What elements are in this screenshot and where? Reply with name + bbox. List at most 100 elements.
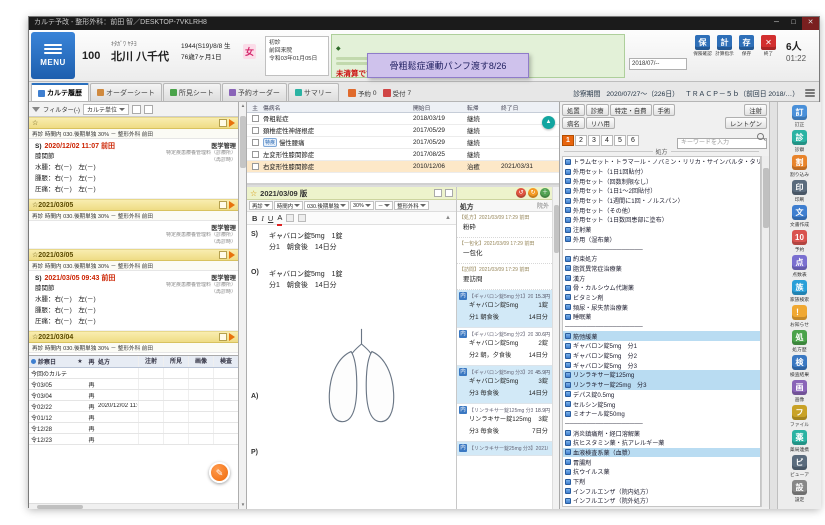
- tool-strip-button[interactable]: 印 印刷: [792, 180, 807, 205]
- karte-entry-bar[interactable]: ☆: [29, 117, 238, 129]
- master-tree-item[interactable]: ──────────────────: [563, 419, 760, 429]
- tool-strip-button[interactable]: 薬 薬局連携: [790, 430, 809, 455]
- view-tab[interactable]: オーダーシート: [90, 83, 162, 101]
- master-tree-item[interactable]: ギャバロン錠5mg 分2: [563, 351, 760, 361]
- master-tree-item[interactable]: 血液検査系薬（血漿）: [563, 447, 760, 458]
- master-tree-item[interactable]: 胃腸剤: [563, 457, 760, 467]
- visit-history-row[interactable]: 令01/12 再: [29, 412, 238, 423]
- visit-history-row[interactable]: 令03/05 再: [29, 379, 238, 390]
- main-diagnosis-checkbox[interactable]: [251, 115, 259, 122]
- tool-strip-button[interactable]: 診 診察: [792, 130, 807, 155]
- karte-unit-select[interactable]: カルテ単位: [83, 103, 130, 115]
- entry-open-arrow-icon[interactable]: [229, 119, 235, 127]
- entry-open-arrow-icon[interactable]: [229, 251, 235, 259]
- view-tab[interactable]: 所見シート: [162, 83, 221, 101]
- main-diagnosis-checkbox[interactable]: [251, 127, 259, 134]
- master-category-button[interactable]: 特定・自費: [609, 104, 652, 116]
- tool-strip-button[interactable]: 検 検査結果: [790, 355, 809, 380]
- master-tree-item[interactable]: ──────────────────: [563, 322, 760, 332]
- status-counter[interactable]: 受付 7: [382, 88, 411, 98]
- visit-history-row[interactable]: 令03/04 再: [29, 390, 238, 401]
- master-category-button[interactable]: 注射: [744, 104, 767, 116]
- maximize-button[interactable]: □: [785, 17, 802, 30]
- attribute-select[interactable]: 30%: [350, 201, 374, 210]
- font-color-button[interactable]: A: [277, 211, 283, 226]
- prescription-item[interactable]: 内 【ギャバロン錠5mg 分1】2021/03/09 17… 15.3円 ギャバ…: [457, 290, 552, 328]
- filter-label[interactable]: フィルター(-): [43, 105, 80, 114]
- master-tree-item[interactable]: デパス錠0.5mg: [563, 390, 760, 400]
- tool-strip-button[interactable]: 族 家族検索: [790, 280, 809, 305]
- prescription-action-button[interactable]: ↺: [516, 188, 526, 198]
- soap-editor[interactable]: S) ギャバロン錠5mg 1錠 分1 朝食後 14日分 O) ギャバロン錠5mg…: [247, 225, 456, 509]
- master-tree-item[interactable]: ビタミン剤: [563, 293, 760, 303]
- master-category-button[interactable]: 手術: [652, 104, 676, 116]
- master-tree-item[interactable]: 睡眠薬: [563, 312, 760, 322]
- main-diagnosis-checkbox[interactable]: [251, 163, 259, 170]
- stamp-icon[interactable]: [298, 214, 307, 222]
- master-scrollbar[interactable]: [761, 156, 769, 507]
- scroll-down-icon[interactable]: ▼: [239, 501, 247, 509]
- main-diagnosis-checkbox[interactable]: [251, 151, 259, 158]
- master-tree-item[interactable]: 脂質異常症治療薬: [563, 264, 760, 274]
- master-tree-item[interactable]: 頻尿・尿失禁治療薬: [563, 302, 760, 312]
- tool-strip-button[interactable]: フ ファイル: [790, 405, 809, 430]
- master-tree-item[interactable]: 外用セット（その他）: [563, 205, 760, 215]
- master-tree-item[interactable]: 外用セット（1日1回貼付）: [563, 167, 760, 177]
- tool-strip-button[interactable]: 割 割り込み: [790, 155, 809, 180]
- scroll-top-button[interactable]: ▲: [542, 116, 555, 129]
- tool-strip-button[interactable]: 設 設定: [792, 480, 807, 505]
- entry-doc-icon[interactable]: [219, 201, 227, 209]
- karte-horizontal-scrollbar[interactable]: [29, 503, 238, 509]
- master-tree-item[interactable]: 下剤: [563, 477, 760, 487]
- date-field[interactable]: 2018/07/--: [629, 58, 687, 70]
- prescription-comment[interactable]: 【処方】2021/03/09 17:29 前田 粉砕: [457, 212, 552, 238]
- attribute-select[interactable]: 整形外科: [394, 201, 429, 210]
- master-tree-item[interactable]: 外用セット（1日1～2回貼付）: [563, 186, 760, 196]
- master-tree-item[interactable]: 外用（湿布薬）: [563, 235, 760, 245]
- visit-history-row[interactable]: 令12/23 再: [29, 434, 238, 445]
- master-tree-item[interactable]: セルシン錠5mg: [563, 399, 760, 409]
- page-button[interactable]: 2: [575, 134, 587, 146]
- highlight-icon[interactable]: [286, 214, 295, 222]
- master-tree-item[interactable]: 抗ヒスタミン薬・抗アレルギー薬: [563, 438, 760, 448]
- page-button[interactable]: 3: [588, 134, 600, 146]
- menu-button[interactable]: MENU: [31, 32, 75, 79]
- prescription-scrollbar[interactable]: [552, 187, 559, 509]
- tool-strip-button[interactable]: 点 点数表: [792, 255, 807, 280]
- list-view-icon[interactable]: [132, 104, 142, 114]
- master-tree-item[interactable]: ギャバロン錠5mg 分3: [563, 360, 760, 370]
- close-button[interactable]: ✕: [802, 17, 819, 30]
- tool-strip-button[interactable]: ビ ビューア: [790, 455, 809, 480]
- master-tree-item[interactable]: 外用セット（1日数回患部に塗布）: [563, 215, 760, 225]
- italic-button[interactable]: I: [261, 212, 264, 225]
- diagnosis-row[interactable]: 左変形性膝関節症 2017/08/25 継続: [247, 149, 559, 161]
- prescription-item[interactable]: 内 【ギャバロン錠5mg 分2】2021/03/09 17… 30.6円 ギャバ…: [457, 328, 552, 366]
- underline-button[interactable]: U: [268, 212, 273, 225]
- master-tree-item[interactable]: 注射薬: [563, 225, 760, 235]
- tool-strip-button[interactable]: ！ お知らせ: [790, 305, 809, 330]
- bold-button[interactable]: B: [252, 212, 257, 225]
- prescription-action-button[interactable]: ＋: [540, 188, 550, 198]
- visit-history-row[interactable]: 今回のカルテ: [29, 368, 238, 379]
- page-button[interactable]: 6: [627, 134, 639, 146]
- scroll-up-icon[interactable]: ▲: [239, 102, 247, 110]
- entry-open-arrow-icon[interactable]: [229, 333, 235, 341]
- master-tree-item[interactable]: インフルエンザ（院外処方）: [563, 496, 760, 506]
- karte-entry-bar[interactable]: ☆2021/03/05: [29, 199, 238, 211]
- entry-doc-icon[interactable]: [219, 119, 227, 127]
- entry-doc-icon[interactable]: [219, 251, 227, 259]
- master-category-button[interactable]: リハ用: [585, 117, 615, 129]
- prescription-item[interactable]: 内 【リンラキサー錠125mg 分3】2021/03/09 17… 18.9円 …: [457, 404, 552, 442]
- karte-vertical-scrollbar[interactable]: ▲ ▼: [239, 102, 247, 509]
- minimize-button[interactable]: ─: [768, 17, 785, 30]
- header-action-button[interactable]: 存 保存: [737, 35, 756, 57]
- master-tree-item[interactable]: 外用セット（1週間に1回・ノルスパン）: [563, 196, 760, 206]
- entry-open-arrow-icon[interactable]: [229, 201, 235, 209]
- master-category-button[interactable]: レントゲン: [725, 117, 767, 129]
- master-tree-item[interactable]: 外用セット（回数制限なし）: [563, 176, 760, 186]
- view-tab[interactable]: 予約オーダー: [221, 83, 287, 101]
- copy-icon[interactable]: [434, 189, 442, 197]
- memo-floating-button[interactable]: ✎: [209, 462, 230, 483]
- attribute-select[interactable]: 再診: [249, 201, 273, 210]
- tool-strip-button[interactable]: 処 処方歴: [792, 330, 807, 355]
